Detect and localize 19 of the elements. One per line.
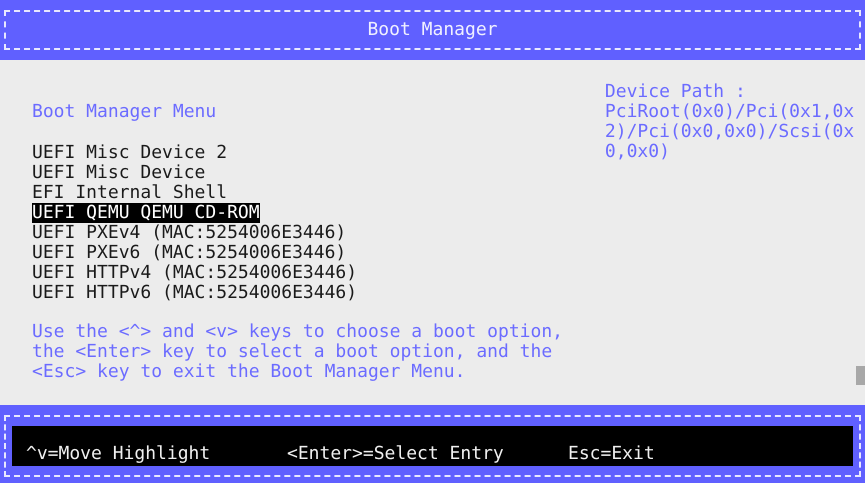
boot-option[interactable]: UEFI QEMU QEMU CD-ROM bbox=[32, 203, 260, 223]
boot-option[interactable]: UEFI PXEv4 (MAC:5254006E3446) bbox=[32, 223, 346, 243]
scrollbar-thumb[interactable] bbox=[856, 366, 865, 385]
key-hint: <Enter>=Select Entry bbox=[287, 444, 505, 464]
boot-option[interactable]: UEFI PXEv6 (MAC:5254006E3446) bbox=[32, 243, 346, 263]
boot-option[interactable]: UEFI HTTPv6 (MAC:5254006E3446) bbox=[32, 283, 358, 303]
key-hint: Esc=Exit bbox=[568, 444, 655, 464]
window-title: Boot Manager bbox=[367, 20, 498, 40]
boot-option[interactable]: UEFI HTTPv4 (MAC:5254006E3446) bbox=[32, 263, 358, 283]
menu-heading: Boot Manager Menu bbox=[32, 102, 216, 122]
boot-option[interactable]: UEFI Misc Device 2 bbox=[32, 143, 228, 163]
help-text: the <Enter> key to select a boot option, and the bbox=[32, 342, 552, 362]
help-text: <Esc> key to exit the Boot Manager Menu. bbox=[32, 362, 466, 382]
boot-option[interactable]: EFI Internal Shell bbox=[32, 183, 228, 203]
device-path-label: Device Path : bbox=[604, 82, 746, 102]
help-text: Use the <^> and <v> keys to choose a boot option, bbox=[32, 322, 564, 342]
key-hint: ^v=Move Highlight bbox=[26, 444, 212, 464]
boot-option[interactable]: UEFI Misc Device bbox=[32, 163, 206, 183]
device-path-value: PciRoot(0x0)/Pci(0x1,0x2)/Pci(0x0,0x0)/Scsi(0x0,0x0) bbox=[604, 102, 856, 162]
